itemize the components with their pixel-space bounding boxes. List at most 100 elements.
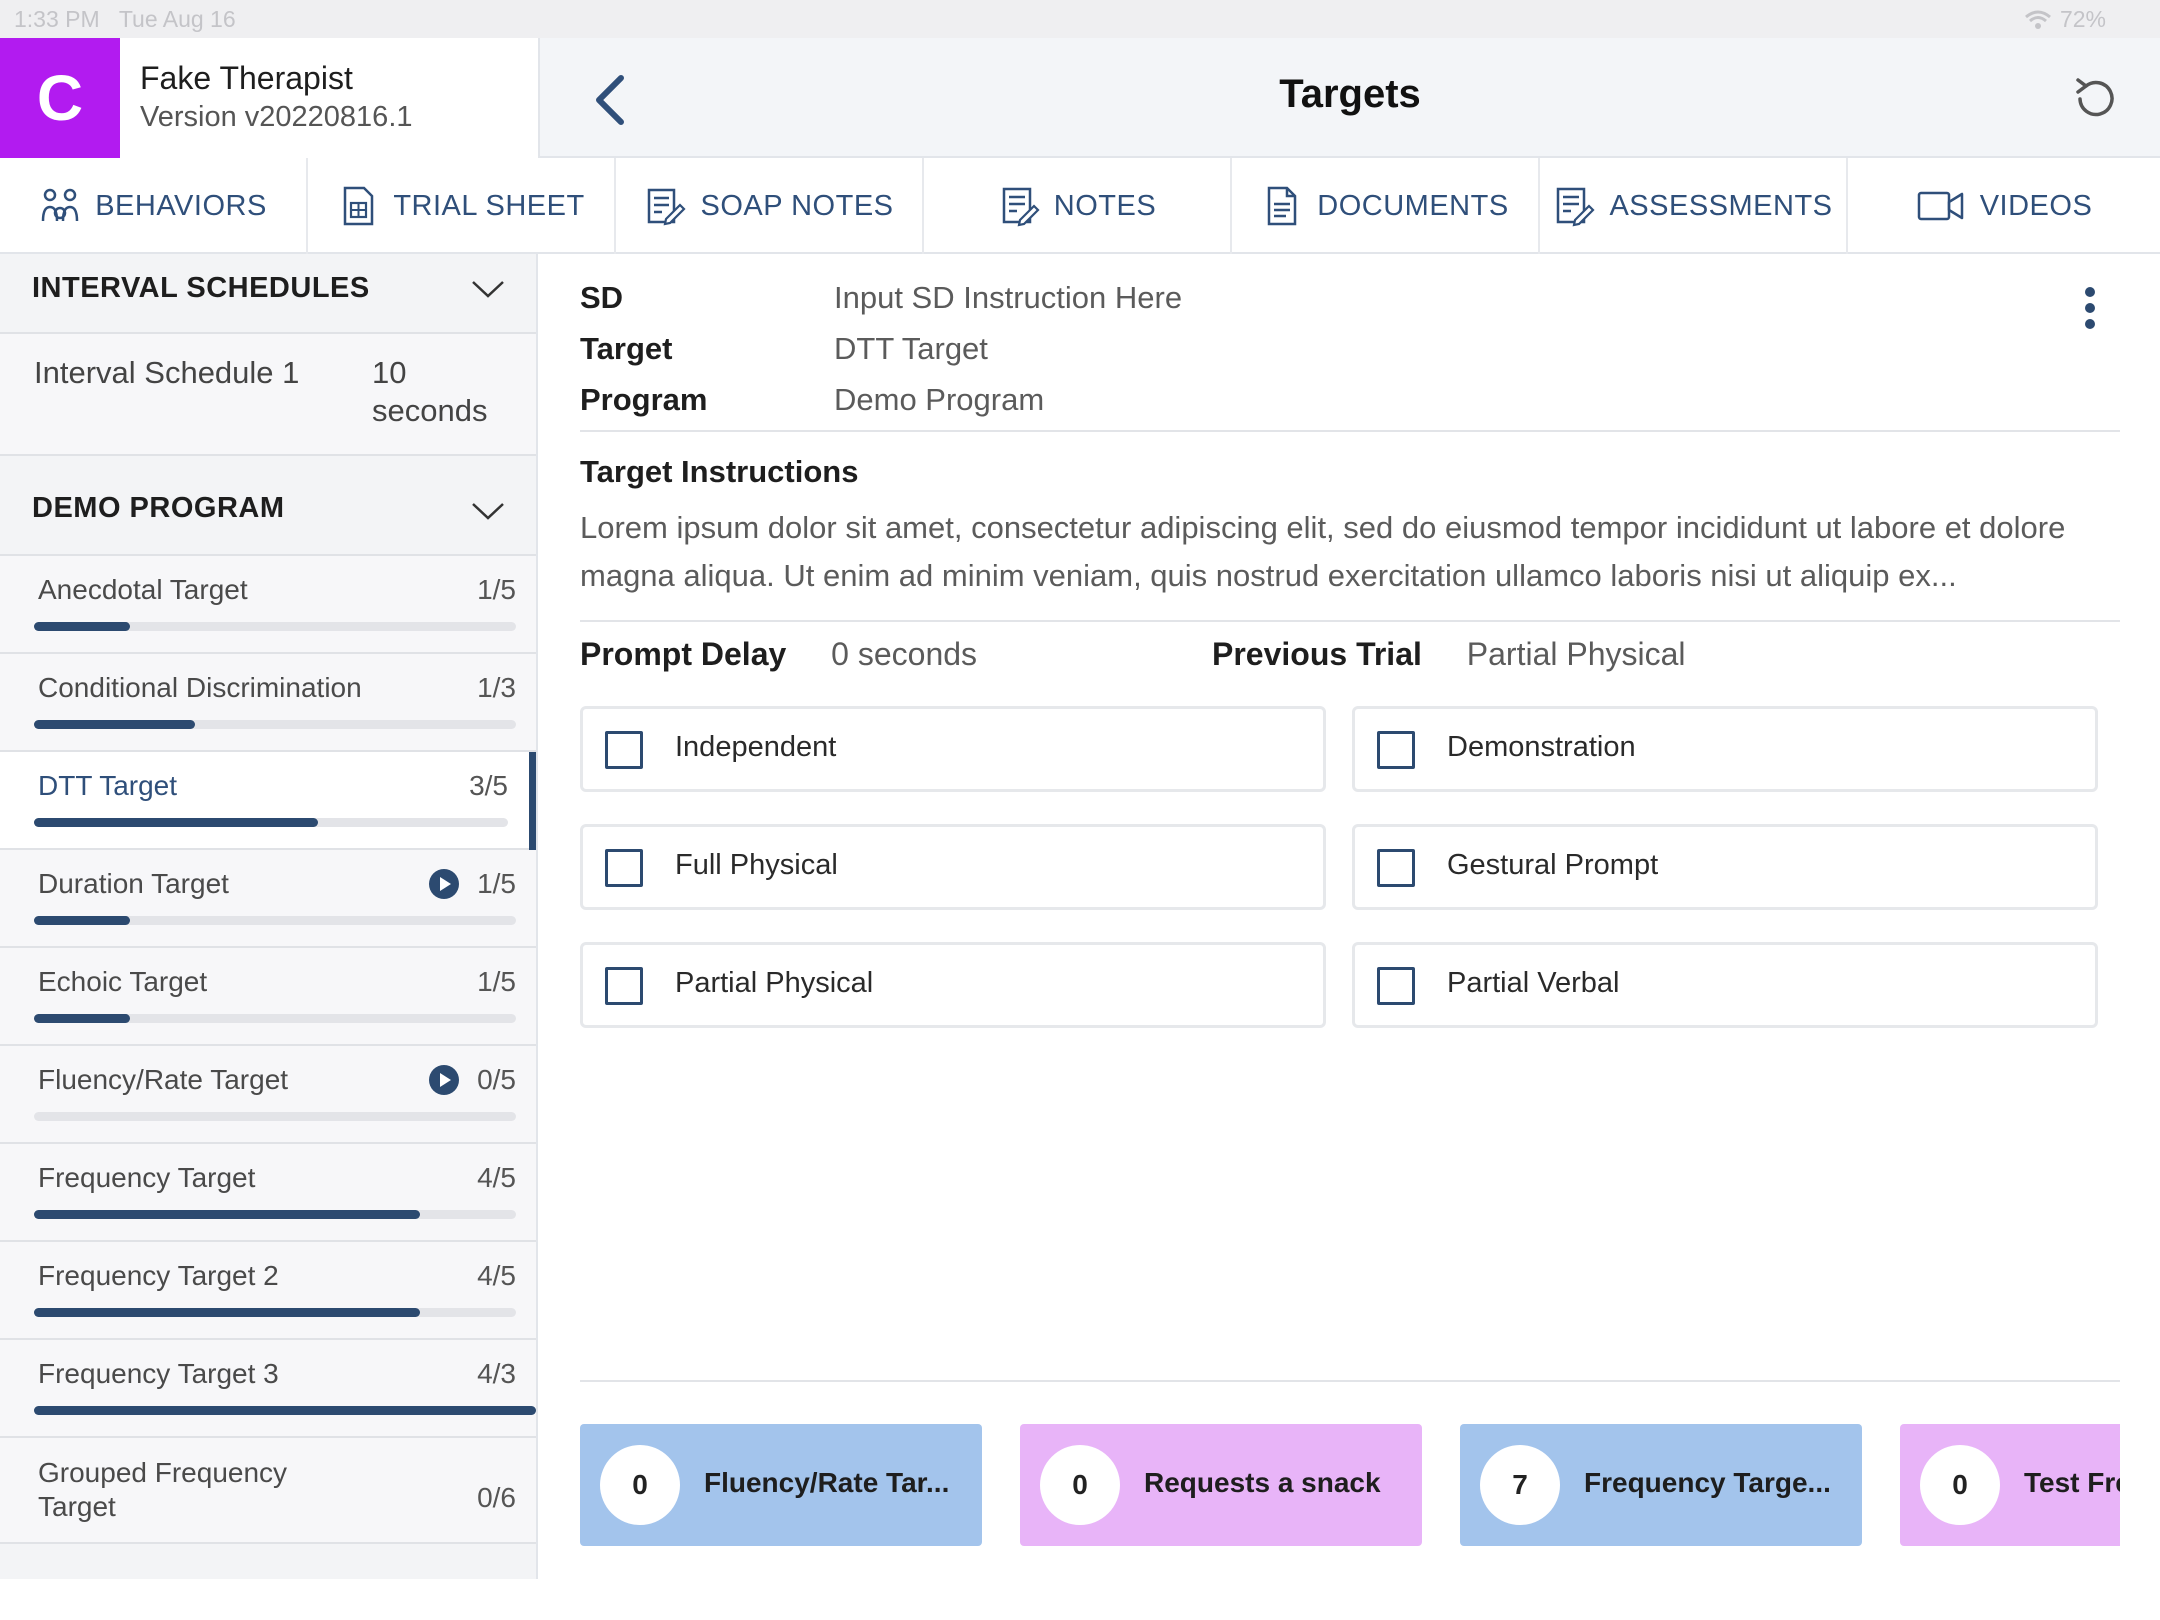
counter-label: Test Frequency — [2024, 1467, 2120, 1498]
counter-chip[interactable]: 7 Frequency Targe... — [1460, 1424, 1862, 1546]
target-progress-track — [34, 1210, 516, 1219]
prompt-checkbox[interactable] — [1377, 849, 1415, 887]
tab-videos[interactable]: VIDEOS — [1848, 158, 2160, 254]
notes-icon — [1002, 187, 1040, 227]
target-progress-track — [34, 1406, 536, 1415]
sidebar: INTERVAL SCHEDULES Interval Schedule 1 1… — [0, 254, 538, 1579]
target-progress-fill — [34, 818, 319, 827]
target-progress-fill — [34, 720, 195, 729]
counter-chip[interactable]: 0 Test Frequency — [1900, 1424, 2120, 1546]
refresh-icon[interactable] — [2070, 74, 2120, 124]
target-row[interactable]: Frequency Target 4/5 — [0, 1144, 536, 1242]
counter-value: 0 — [600, 1445, 680, 1525]
target-count: 4/3 — [477, 1358, 516, 1389]
target-progress-track — [34, 622, 516, 631]
section-header-demo-program[interactable]: DEMO PROGRAM — [0, 456, 536, 556]
tab-documents[interactable]: DOCUMENTS — [1232, 158, 1540, 254]
counter-chip-strip[interactable]: 0 Fluency/Rate Tar... 0 Requests a snack 7 Fr… — [580, 1424, 2120, 1549]
counter-value: 7 — [1480, 1445, 1560, 1525]
prompt-option[interactable]: Independent — [580, 706, 1326, 792]
target-detail-panel: SD Input SD Instruction Here Target DTT … — [540, 254, 2160, 1579]
app-version: Version v20220816.1 — [140, 101, 413, 133]
soap-notes-icon — [648, 188, 687, 226]
target-name: Conditional Discrimination — [38, 672, 362, 703]
prompt-option[interactable]: Full Physical — [580, 824, 1326, 910]
interval-schedule-item[interactable]: Interval Schedule 1 10 seconds — [0, 334, 536, 456]
target-list: Anecdotal Target 1/5 Conditional Discrimin… — [0, 556, 536, 1544]
prompt-option[interactable]: Demonstration — [1352, 706, 2098, 792]
previous-trial-label: Previous Trial — [1212, 636, 1422, 672]
target-progress-track — [34, 1308, 516, 1317]
target-progress-track — [34, 1014, 516, 1023]
wifi-icon — [2024, 10, 2051, 29]
target-row[interactable]: Grouped Frequency Target 0/6 — [0, 1438, 536, 1544]
program-label: Program — [580, 382, 708, 417]
tab-notes[interactable]: NOTES — [924, 158, 1232, 254]
prompt-checkbox[interactable] — [605, 967, 643, 1005]
target-progress-track — [34, 818, 508, 827]
user-info[interactable]: Fake Therapist Version v20220816.1 — [120, 38, 540, 158]
play-icon[interactable] — [428, 868, 460, 900]
prompt-checkbox[interactable] — [1377, 967, 1415, 1005]
tab-trial-sheet[interactable]: TRIAL SHEET — [308, 158, 616, 254]
prompt-option[interactable]: Partial Verbal — [1352, 942, 2098, 1028]
counter-chip[interactable]: 0 Fluency/Rate Tar... — [580, 1424, 982, 1546]
previous-trial-value: Partial Physical — [1466, 636, 1686, 672]
prompt-delay: Prompt Delay 0 seconds — [580, 636, 977, 673]
tab-behaviors[interactable]: BEHAVIORS — [0, 158, 308, 254]
prompt-delay-value: 0 seconds — [831, 636, 978, 672]
target-count: 1/5 — [477, 574, 516, 605]
tab-soap-notes[interactable]: SOAP NOTES — [616, 158, 924, 254]
target-row[interactable]: Anecdotal Target 1/5 — [0, 556, 536, 654]
prompt-checkbox[interactable] — [605, 849, 643, 887]
target-name: Anecdotal Target — [38, 574, 248, 605]
status-right: 72% — [2024, 6, 2106, 33]
play-icon[interactable] — [428, 1064, 460, 1096]
target-progress-fill — [34, 1308, 420, 1317]
target-row[interactable]: Conditional Discrimination 1/3 — [0, 654, 536, 752]
target-row[interactable]: DTT Target 3/5 — [0, 752, 536, 850]
status-bar: 1:33 PM Tue Aug 16 72% — [0, 0, 2160, 38]
target-progress-fill — [34, 1210, 420, 1219]
avatar[interactable]: C — [0, 38, 120, 158]
prompt-option[interactable]: Gestural Prompt — [1352, 824, 2098, 910]
status-time: 1:33 PM Tue Aug 16 — [14, 6, 236, 32]
program-value: Demo Program — [834, 382, 1045, 417]
page-title: Targets — [1279, 72, 1421, 116]
target-name: Frequency Target — [38, 1162, 256, 1193]
target-value: DTT Target — [834, 331, 988, 366]
prompt-checkbox[interactable] — [1377, 731, 1415, 769]
target-name: Grouped Frequency Target — [38, 1457, 288, 1522]
target-progress-track — [34, 720, 516, 729]
target-progress-fill — [34, 1406, 536, 1415]
previous-trial: Previous Trial Partial Physical — [1212, 636, 1686, 673]
trial-sheet-icon — [344, 186, 374, 226]
target-row[interactable]: Fluency/Rate Target 0/5 — [0, 1046, 536, 1144]
prompt-checkbox[interactable] — [605, 731, 643, 769]
divider — [580, 620, 2120, 622]
target-count: 0/5 — [477, 1064, 516, 1095]
target-name: Fluency/Rate Target — [38, 1064, 289, 1095]
target-name: Duration Target — [38, 868, 229, 899]
target-row[interactable]: Frequency Target 3 4/3 — [0, 1340, 536, 1438]
instructions-text: Lorem ipsum dolor sit amet, consectetur … — [580, 510, 2066, 593]
target-progress-track — [34, 916, 516, 925]
target-row[interactable]: Frequency Target 2 4/5 — [0, 1242, 536, 1340]
back-chevron-icon[interactable] — [585, 70, 635, 130]
prompt-label: Independent — [675, 731, 837, 763]
prompt-option[interactable]: Partial Physical — [580, 942, 1326, 1028]
sd-value: Input SD Instruction Here — [834, 280, 1183, 315]
counter-chip[interactable]: 0 Requests a snack — [1020, 1424, 1422, 1546]
tab-assessments[interactable]: ASSESSMENTS — [1540, 158, 1848, 254]
counter-label: Requests a snack — [1144, 1467, 1381, 1498]
section-header-interval-schedules[interactable]: INTERVAL SCHEDULES — [0, 254, 536, 334]
more-options-icon[interactable] — [2080, 284, 2100, 332]
target-name: DTT Target — [38, 770, 178, 801]
target-name: Frequency Target 2 — [38, 1260, 279, 1291]
target-row[interactable]: Duration Target 1/5 — [0, 850, 536, 948]
prompt-label: Gestural Prompt — [1447, 849, 1659, 881]
prompt-label: Full Physical — [675, 849, 838, 881]
divider — [580, 1380, 2120, 1382]
target-progress-fill — [34, 1014, 131, 1023]
target-row[interactable]: Echoic Target 1/5 — [0, 948, 536, 1046]
